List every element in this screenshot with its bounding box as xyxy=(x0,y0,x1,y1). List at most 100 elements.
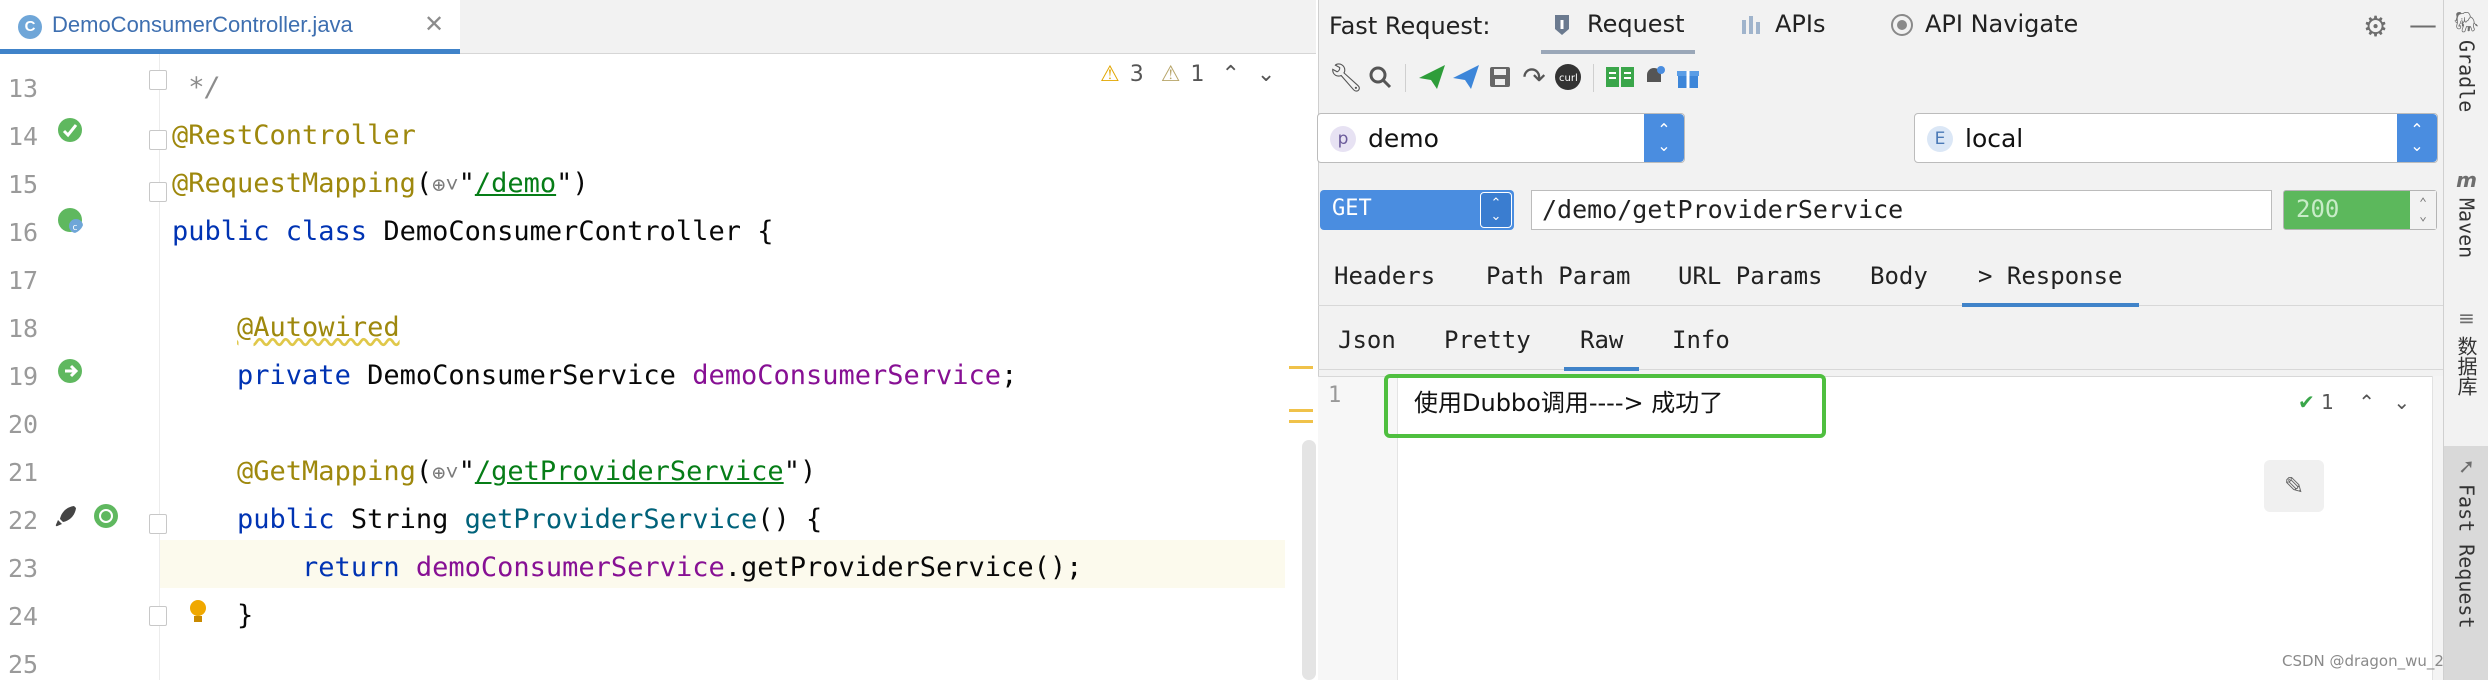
line-number: 14 xyxy=(8,122,39,151)
inspection-widget[interactable]: ⚠ 3 ⚠ 1 ⌃ ⌄ xyxy=(1100,62,1285,96)
minimize-icon[interactable]: — xyxy=(2409,8,2437,41)
warning-mark[interactable] xyxy=(1289,366,1313,369)
code-line[interactable]: */ xyxy=(172,64,221,112)
line-number: 24 xyxy=(8,602,39,631)
tool-maven[interactable]: m Maven xyxy=(2444,168,2488,258)
panel-title: Fast Request: xyxy=(1329,12,1491,40)
code-line[interactable]: @Autowired xyxy=(172,304,400,352)
tab-url-params[interactable]: URL Params xyxy=(1678,246,1823,306)
code-line[interactable]: public String getProviderService() { xyxy=(172,496,822,544)
project-value: demo xyxy=(1368,124,1439,153)
previous-highlight-icon[interactable]: ⌃ xyxy=(2358,390,2375,414)
spring-class-icon[interactable]: c xyxy=(56,206,84,234)
response-line-number: 1 xyxy=(1328,383,1342,408)
magic-wand-icon[interactable]: ✎ xyxy=(2264,460,2324,512)
rocket-icon[interactable] xyxy=(52,502,80,530)
previous-highlight-icon[interactable]: ⌃ xyxy=(1221,62,1239,87)
request-tabs: Headers Path Param URL Params Body > Res… xyxy=(1318,246,2443,307)
watermark: CSDN @dragon_wu_2 xyxy=(2282,652,2444,670)
status-code-field: 200 ⌃ ⌄ xyxy=(2283,190,2437,230)
warning-mark[interactable] xyxy=(1289,420,1313,423)
tab-raw[interactable]: Raw xyxy=(1563,310,1640,371)
line-number: 21 xyxy=(8,458,39,487)
next-highlight-icon[interactable]: ⌄ xyxy=(2393,390,2410,414)
tab-api-navigate[interactable]: API Navigate xyxy=(1889,10,2078,54)
chevron-updown-icon: ⌃ ⌄ xyxy=(2397,114,2437,162)
code-line[interactable]: @RestController xyxy=(172,112,416,160)
code-editor[interactable]: C DemoConsumerController.java ✕ 13 14 15 16… xyxy=(0,0,1316,680)
tab-response[interactable]: > Response xyxy=(1962,246,2138,307)
right-tool-strip: 🐘︎ Gradle m Maven ≡ 数据库 ➚ Fast Request xyxy=(2443,0,2488,680)
tab-apis-label: APIs xyxy=(1775,10,1826,38)
project-badge-icon: p xyxy=(1330,126,1356,152)
rocket-icon: ➚ xyxy=(2458,454,2475,478)
tool-database[interactable]: ≡ 数据库 xyxy=(2444,306,2488,396)
env-badge-icon: E xyxy=(1927,126,1953,152)
tab-info[interactable]: Info xyxy=(1672,310,1730,370)
svg-text:c: c xyxy=(73,223,78,233)
web-endpoint-icon[interactable] xyxy=(92,502,120,530)
send-download-icon[interactable] xyxy=(1447,58,1485,96)
project-select[interactable]: p demo ⌃ ⌄ xyxy=(1317,113,1685,163)
spring-bean-icon[interactable] xyxy=(56,116,84,144)
check-icon: ✔ xyxy=(2298,390,2315,414)
weak-warning-icon: ⚠ xyxy=(1160,62,1181,87)
close-tab-icon[interactable]: ✕ xyxy=(424,10,444,38)
tab-headers[interactable]: Headers xyxy=(1334,246,1435,306)
code-line[interactable]: } xyxy=(172,592,253,640)
tab-apis[interactable]: APIs xyxy=(1739,10,1825,54)
database-icon: ≡ xyxy=(2458,306,2475,330)
code-line[interactable]: @RequestMapping(⊕˅"/demo") xyxy=(172,160,589,208)
spinner-arrows-icon[interactable]: ⌃ ⌄ xyxy=(2410,191,2436,229)
code-line[interactable]: public class DemoConsumerController { xyxy=(172,208,773,256)
tool-maven-label: Maven xyxy=(2454,198,2479,259)
line-number: 17 xyxy=(8,266,39,295)
redo-icon[interactable]: ↷ xyxy=(1515,58,1553,96)
gear-icon[interactable]: ⚙ xyxy=(2363,10,2388,43)
tool-gradle[interactable]: 🐘︎ Gradle xyxy=(2444,10,2488,112)
wrench-icon[interactable]: 🔧︎ xyxy=(1327,58,1365,96)
line-number: 18 xyxy=(8,314,39,343)
code-line[interactable]: @GetMapping(⊕˅"/getProviderService") xyxy=(172,448,816,496)
environment-select[interactable]: E local ⌃ ⌄ xyxy=(1914,113,2438,163)
editor-tab[interactable]: C DemoConsumerController.java ✕ xyxy=(0,0,460,54)
navigate-icon xyxy=(1891,14,1913,36)
send-request-icon[interactable] xyxy=(1413,58,1451,96)
tab-request[interactable]: Request xyxy=(1541,10,1694,54)
response-inspection-widget[interactable]: ✔ 1 ⌃ ⌄ xyxy=(2298,390,2410,414)
tab-api-navigate-label: API Navigate xyxy=(1925,10,2079,38)
tab-body[interactable]: Body xyxy=(1870,246,1928,306)
code-line[interactable]: private DemoConsumerService demoConsumer… xyxy=(172,352,1017,400)
line-number: 16 xyxy=(8,218,39,247)
tab-json[interactable]: Json xyxy=(1338,310,1396,370)
java-class-icon: C xyxy=(18,15,42,39)
url-input[interactable]: /demo/getProviderService xyxy=(1531,190,2272,230)
curl-icon[interactable]: curl xyxy=(1549,58,1587,96)
code-line[interactable]: return demoConsumerService.getProviderSe… xyxy=(172,544,1082,592)
notification-icon[interactable] xyxy=(1635,58,1673,96)
warning-mark[interactable] xyxy=(1289,409,1313,412)
save-icon[interactable] xyxy=(1481,58,1519,96)
search-icon[interactable] xyxy=(1361,58,1399,96)
line-number: 25 xyxy=(8,650,39,679)
line-number: 23 xyxy=(8,554,39,583)
chevron-updown-icon: ⌃ ⌄ xyxy=(1480,192,1512,228)
editor-scrollbar[interactable] xyxy=(1302,440,1316,680)
tool-fast-request[interactable]: ➚ Fast Request xyxy=(2444,446,2488,680)
maven-icon: m xyxy=(2456,168,2477,192)
warning-count: 3 xyxy=(1129,62,1144,87)
fast-request-header: Fast Request: Request APIs API Navigate … xyxy=(1319,0,2444,54)
svg-text:curl: curl xyxy=(1559,73,1578,84)
warning-icon: ⚠ xyxy=(1100,62,1120,87)
gift-icon[interactable] xyxy=(1669,58,1707,96)
autowired-navigate-icon[interactable] xyxy=(56,357,84,385)
response-format-tabs: Json Pretty Raw Info xyxy=(1318,310,2443,371)
code-area[interactable]: */@RestController @RequestMapping(⊕˅"/dem… xyxy=(160,54,1285,680)
environment-value: local xyxy=(1965,124,2024,153)
docs-icon[interactable] xyxy=(1601,58,1639,96)
apis-icon xyxy=(1742,16,1760,34)
toolbar-separator xyxy=(1405,64,1406,92)
tab-pretty[interactable]: Pretty xyxy=(1444,310,1531,370)
next-highlight-icon[interactable]: ⌄ xyxy=(1257,62,1275,87)
tab-path-param[interactable]: Path Param xyxy=(1486,246,1631,306)
